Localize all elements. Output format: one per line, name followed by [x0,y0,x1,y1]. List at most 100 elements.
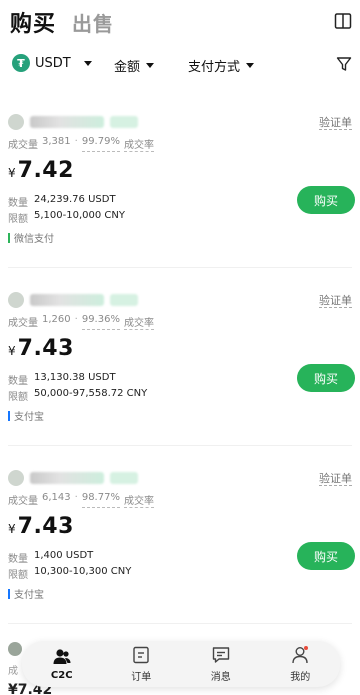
quantity-label: 数量 [8,554,28,565]
price: ¥ 7.43 [8,336,74,361]
limit-label: 限额 [8,392,28,403]
chevron-down-icon [83,60,92,66]
limit-value: 50,000-97,558.72 CNY [34,388,148,399]
completion-label: 成交率 [123,492,154,508]
buy-button[interactable]: 购买 [297,186,355,214]
nav-label: 消息 [210,672,231,683]
avatar [8,642,22,656]
price: ¥ 7.43 [8,514,74,539]
payment-method: 支付宝 [8,408,44,423]
merchant-info[interactable] [8,292,138,308]
divider [8,445,352,446]
funnel-icon[interactable] [336,56,352,72]
tether-icon: ₮ [12,54,30,72]
trades-label: 成交量 [8,496,38,507]
avatar [8,114,24,130]
merchant-badge-redacted [110,116,138,128]
asset-label: USDT [35,55,71,71]
merchant-stats: 成交量 6,143 · 98.77% 成交率 [8,492,154,508]
merchant-name-redacted [30,116,104,128]
verify-link[interactable]: 验证单 [319,116,352,130]
nav-item-profile[interactable]: 我的 [270,645,330,683]
divider [8,267,352,268]
divider [8,623,352,624]
quantity-value: 1,400 USDT [34,550,94,561]
amount-filter-label: 金额 [114,60,141,75]
amount-filter[interactable]: 金额 [114,56,155,75]
limit-row: 限额 5,100-10,000 CNY [8,210,125,225]
quantity-label: 数量 [8,198,28,209]
nav-item-orders[interactable]: 订单 [111,645,171,683]
stats-teaser: 成 [8,666,18,677]
currency-symbol: ¥ [8,166,16,180]
merchant-stats: 成交量 3,381 · 99.79% 成交率 [8,136,154,152]
payment-filter[interactable]: 支付方式 [188,56,255,75]
book-icon[interactable] [334,12,352,30]
payment-color-bar [8,232,10,243]
limit-value: 5,100-10,000 CNY [34,210,125,221]
message-icon [212,647,229,663]
tab-buy[interactable]: 购买 [10,6,56,38]
quantity-row: 数量 1,400 USDT [8,550,93,565]
order-icon [133,646,149,664]
price-value: 7.43 [17,336,74,361]
tab-sell[interactable]: 出售 [72,8,114,37]
profile-icon [292,646,309,664]
quantity-row: 数量 24,239.76 USDT [8,194,116,209]
trades-value: 1,260 [42,314,71,325]
payment-filter-label: 支付方式 [188,60,241,75]
trades-label: 成交量 [8,140,38,151]
merchant-name-redacted [30,294,104,306]
merchant-info[interactable] [8,470,138,486]
currency-symbol: ¥ [8,344,16,358]
nav-label: C2C [50,670,73,681]
limit-row: 限额 50,000-97,558.72 CNY [8,388,147,403]
ad-card: 验证单 成交量 3,381 · 99.79% 成交率 ¥ 7.42 数量 24,… [0,96,360,268]
ad-card: 验证单 成交量 1,260 · 99.36% 成交率 ¥ 7.43 数量 13,… [0,274,360,446]
quantity-row: 数量 13,130.38 USDT [8,372,116,387]
verify-link[interactable]: 验证单 [319,294,352,308]
merchant-stats: 成交量 1,260 · 99.36% 成交率 [8,314,154,330]
price: ¥ 7.42 [8,158,74,183]
quantity-value: 24,239.76 USDT [34,194,116,205]
limit-label: 限额 [8,570,28,581]
merchant-badge-redacted [110,294,138,306]
nav-item-messages[interactable]: 消息 [191,645,251,683]
verify-link[interactable]: 验证单 [319,472,352,486]
payment-method: 支付宝 [8,586,44,601]
payment-label: 支付宝 [14,412,44,423]
user-group-icon [53,649,71,664]
merchant-badge-redacted [110,472,138,484]
payment-label: 支付宝 [14,590,44,601]
trades-label: 成交量 [8,318,38,329]
price-value: 7.42 [17,158,74,183]
ad-card: 验证单 成交量 6,143 · 98.77% 成交率 ¥ 7.43 数量 1,4… [0,452,360,624]
avatar [8,292,24,308]
completion-rate: 98.77% [81,492,120,508]
buy-button[interactable]: 购买 [297,542,355,570]
chevron-down-icon [146,63,155,68]
completion-rate: 99.36% [81,314,120,330]
completion-rate: 99.79% [81,136,120,152]
chevron-down-icon [246,63,255,68]
buy-button[interactable]: 购买 [297,364,355,392]
completion-label: 成交率 [123,136,154,152]
nav-item-c2c[interactable]: C2C [32,647,92,681]
filter-bar: ₮ USDT 金额 支付方式 [0,50,360,82]
payment-color-bar [8,410,10,421]
nav-label: 订单 [131,672,152,683]
avatar [8,470,24,486]
quantity-value: 13,130.38 USDT [34,372,116,383]
nav-label: 我的 [290,672,311,683]
trades-value: 6,143 [42,492,71,503]
merchant-info[interactable] [8,114,138,130]
completion-label: 成交率 [123,314,154,330]
limit-label: 限额 [8,214,28,225]
header: 购买 出售 [0,0,360,46]
asset-selector[interactable]: ₮ USDT [12,54,92,72]
payment-method: 微信支付 [8,230,54,245]
trades-value: 3,381 [42,136,71,147]
bottom-nav: C2C 订单 消息 我的 [22,641,340,687]
price-value: 7.43 [17,514,74,539]
payment-label: 微信支付 [14,234,54,245]
